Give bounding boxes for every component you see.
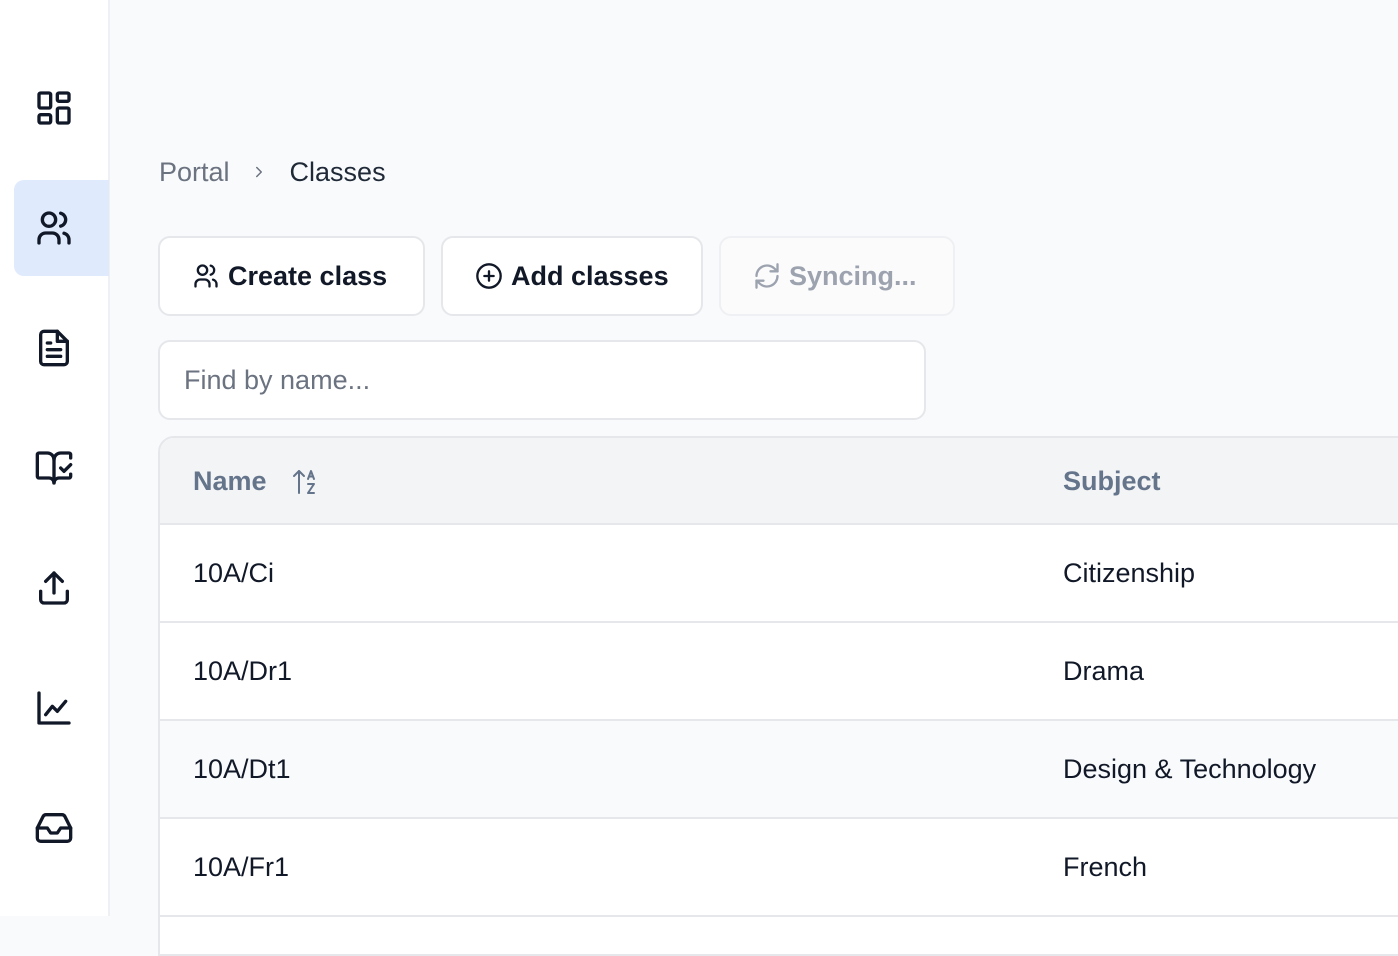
add-classes-button[interactable]: Add classes — [441, 236, 703, 316]
table-row[interactable]: 10A/Dr1 Drama — [160, 623, 1398, 721]
document-icon — [34, 328, 74, 368]
nav-dashboard[interactable] — [14, 60, 109, 156]
upload-icon — [34, 568, 74, 608]
plus-circle-icon — [475, 262, 503, 290]
nav-classes[interactable] — [14, 180, 109, 276]
nav-assignments[interactable] — [14, 420, 109, 516]
search-input[interactable] — [184, 365, 900, 396]
cell-name: 10A/Dr1 — [193, 623, 292, 719]
sync-button[interactable]: Syncing... — [719, 236, 955, 316]
table-row[interactable]: 10A/Ci Citizenship — [160, 525, 1398, 623]
column-name-label: Name — [193, 466, 267, 497]
table-row[interactable]: 10A/Fr1 French — [160, 819, 1398, 917]
nav-analytics[interactable] — [14, 660, 109, 756]
cell-name: 10A/Dt1 — [193, 721, 291, 817]
column-header-subject[interactable]: Subject — [1063, 438, 1161, 525]
refresh-icon — [753, 262, 781, 290]
users-icon — [192, 262, 220, 290]
nav-inbox[interactable] — [14, 780, 109, 876]
breadcrumb-current: Classes — [290, 157, 386, 188]
search-box — [158, 340, 926, 420]
cell-name: 10A/Ci — [193, 525, 274, 621]
classes-table: Name Subject 10A/Ci Citizenship 10A/Dr1 … — [158, 436, 1398, 956]
create-class-button[interactable]: Create class — [158, 236, 425, 316]
breadcrumb: Portal Classes — [159, 154, 386, 190]
sidebar — [0, 0, 110, 916]
cell-subject: Drama — [1063, 623, 1144, 719]
nav-upload[interactable] — [14, 540, 109, 636]
cell-name: 10A/Fr1 — [193, 819, 289, 915]
toolbar: Create class Add classes Syncing... — [158, 236, 955, 316]
sync-label: Syncing... — [789, 261, 917, 292]
add-classes-label: Add classes — [511, 261, 669, 292]
table-row[interactable]: 10A/Dt1 Design & Technology — [160, 721, 1398, 819]
chevron-right-icon — [250, 163, 268, 181]
table-header: Name Subject — [160, 438, 1398, 525]
cell-subject: Citizenship — [1063, 525, 1195, 621]
inbox-icon — [34, 808, 74, 848]
breadcrumb-portal-link[interactable]: Portal — [159, 157, 230, 188]
chart-icon — [34, 688, 74, 728]
users-icon — [34, 208, 74, 248]
column-header-name[interactable]: Name — [193, 438, 321, 525]
book-check-icon — [34, 448, 74, 488]
main-content: Portal Classes Create class Add classes — [110, 0, 1398, 916]
sort-ascending-icon[interactable] — [291, 467, 321, 497]
cell-subject: Design & Technology — [1063, 721, 1316, 817]
create-class-label: Create class — [228, 261, 387, 292]
dashboard-icon — [34, 88, 74, 128]
nav-documents[interactable] — [14, 300, 109, 396]
cell-subject: French — [1063, 819, 1147, 915]
